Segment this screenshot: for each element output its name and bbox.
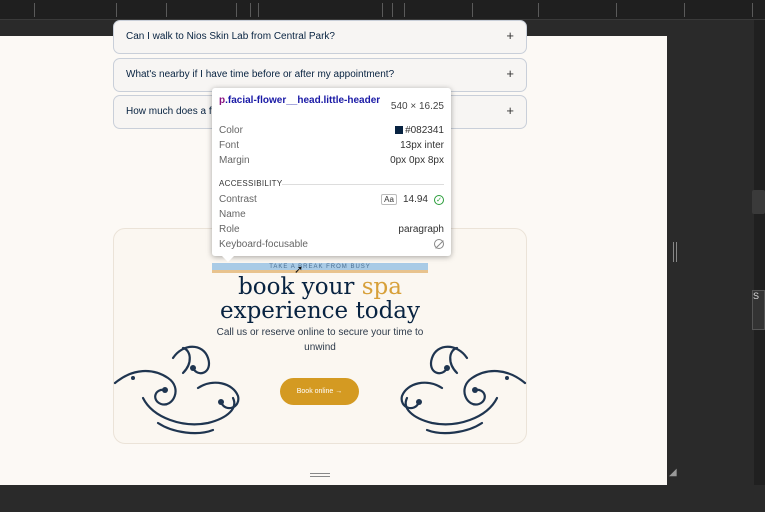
section-divider (282, 184, 444, 185)
selector-class: .facial-flower__head.little-header (225, 95, 381, 106)
plus-icon[interactable]: + (506, 66, 514, 81)
inspector-row-focusable: Keyboard-focusable (219, 239, 444, 253)
booking-title-accent: spa (361, 274, 402, 300)
inspector-row-name: Name (219, 209, 444, 223)
left-flourish-icon (113, 345, 240, 435)
inspector-row-font: Font 13px inter (219, 140, 444, 154)
toolbar-divider (684, 3, 685, 17)
toolbar-divider (166, 3, 167, 17)
toolbar-divider (250, 3, 251, 17)
plus-icon[interactable]: + (506, 28, 514, 43)
resize-corner-icon[interactable]: ◢ (669, 468, 679, 478)
inspector-tooltip: p.facial-flower__head.little-header 540 … (212, 88, 451, 262)
color-value: #082341 (405, 125, 444, 136)
inspector-row-margin: Margin 0px 0px 8px (219, 155, 444, 169)
row-key: Color (219, 125, 243, 136)
row-value: paragraph (398, 224, 444, 235)
row-key: Margin (219, 155, 250, 166)
element-selector: p.facial-flower__head.little-header (219, 94, 385, 107)
inspector-row-role: Role paragraph (219, 224, 444, 238)
row-value (434, 239, 444, 252)
row-value: 13px inter (400, 140, 444, 151)
row-key: Keyboard-focusable (219, 239, 308, 250)
toolbar-divider (34, 3, 35, 17)
resize-grip-right[interactable] (673, 242, 677, 262)
eyebrow-label: TAKE A BREAK FROM BUSY (212, 263, 428, 273)
row-value: #082341 (395, 125, 444, 136)
row-key: Name (219, 209, 246, 220)
row-key: Role (219, 224, 240, 235)
toolbar-divider (258, 3, 259, 17)
faq-question: Can I walk to Nios Skin Lab from Central… (126, 31, 335, 42)
booking-title: book your spa (113, 274, 527, 300)
plus-icon[interactable]: + (506, 103, 514, 118)
inspector-row-contrast: Contrast Aa 14.94 ✓ (219, 194, 444, 208)
right-flourish-icon (400, 345, 527, 435)
panel-collapse-tab[interactable] (752, 190, 765, 214)
toolbar-divider (616, 3, 617, 17)
not-allowed-icon (434, 239, 444, 249)
toolbar-divider (392, 3, 393, 17)
contrast-value: 14.94 (402, 194, 428, 205)
faq-question: What's nearby if I have time before or a… (126, 69, 395, 80)
panel-side-button-label: S (753, 291, 760, 301)
row-value: Aa 14.94 ✓ (381, 194, 444, 205)
toolbar-divider (752, 3, 753, 17)
inspector-row-color: Color #082341 (219, 125, 444, 139)
check-circle-icon: ✓ (434, 195, 444, 205)
toolbar-divider (538, 3, 539, 17)
faq-question: How much does a f (126, 106, 212, 117)
panel-side-button[interactable]: S (752, 290, 765, 330)
side-panel-rail (754, 20, 765, 512)
toolbar-divider (382, 3, 383, 17)
faq-item[interactable]: What's nearby if I have time before or a… (113, 58, 527, 92)
color-swatch-icon (395, 126, 404, 134)
toolbar-divider (404, 3, 405, 17)
mouse-cursor-icon: ➚ (294, 264, 304, 276)
toolbar-divider (472, 3, 473, 17)
booking-subtitle: Call us or reserve online to secure your… (216, 327, 424, 338)
contrast-badge: Aa (381, 194, 397, 205)
book-online-button[interactable]: Book online → (280, 378, 359, 405)
toolbar-divider (116, 3, 117, 17)
element-dimensions: 540 × 16.25 (390, 101, 444, 112)
row-key: Contrast (219, 194, 257, 205)
bottom-bar (0, 485, 765, 512)
row-value: 0px 0px 8px (390, 155, 444, 166)
row-key: Font (219, 140, 240, 151)
booking-title-text: book your (238, 274, 362, 300)
toolbar-divider (236, 3, 237, 17)
devtools-toolbar (0, 0, 765, 20)
accessibility-heading: ACCESSIBILITY (219, 179, 283, 188)
faq-item[interactable]: Can I walk to Nios Skin Lab from Central… (113, 20, 527, 54)
resize-grip-bottom[interactable] (310, 473, 330, 477)
booking-title-line2: experience today (219, 298, 420, 324)
